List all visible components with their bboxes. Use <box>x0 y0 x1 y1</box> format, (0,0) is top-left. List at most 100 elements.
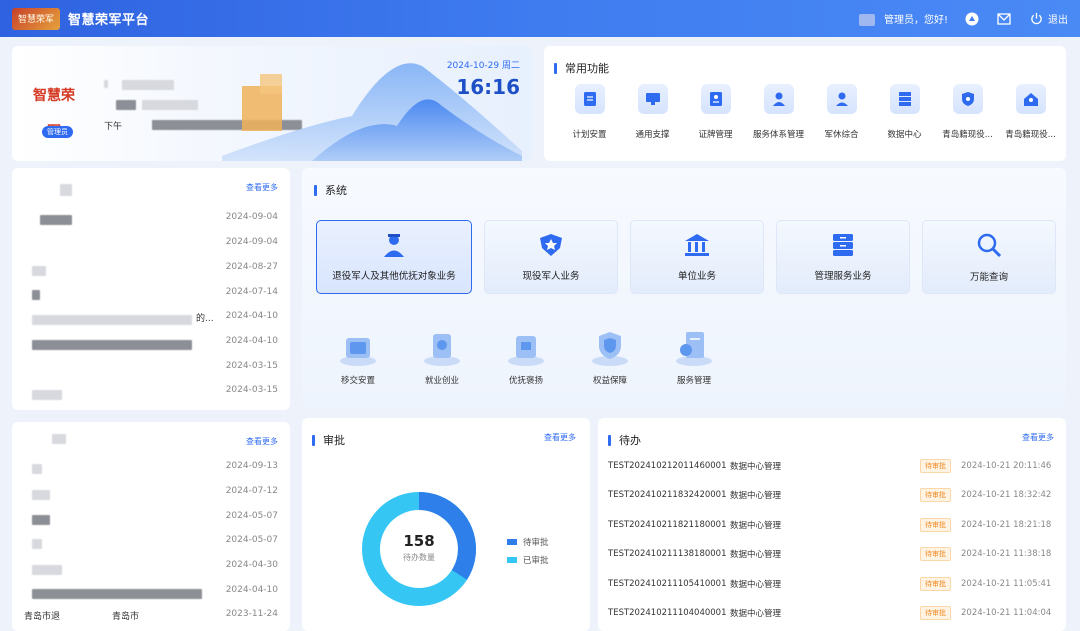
list-item-date[interactable]: 2024-08-27 <box>226 262 278 272</box>
home-person-icon <box>1015 84 1046 114</box>
func-label: 青岛籍现役... <box>1005 130 1056 140</box>
sub-label: 移交安置 <box>340 376 375 386</box>
view-more-link[interactable]: 查看更多 <box>246 436 278 447</box>
approval-panel: 审批 查看更多 158 待办数量 待审批 已审批 <box>302 418 590 631</box>
mail-icon[interactable] <box>996 11 1012 27</box>
user-avatar <box>858 14 875 26</box>
power-icon <box>1028 11 1044 27</box>
list-item-date[interactable]: 2024-09-13 <box>226 461 278 471</box>
view-more-link[interactable]: 查看更多 <box>246 182 278 193</box>
list-item-date[interactable]: 2023-11-24 <box>226 609 278 619</box>
func-qingdao-active-1[interactable]: 青岛籍现役... <box>936 84 999 140</box>
user-greeting-text: 管理员，您好! <box>883 15 948 26</box>
redacted-text <box>32 490 50 500</box>
theme-icon[interactable] <box>964 11 980 27</box>
biz-veteran[interactable]: 退役军人及其他优抚对象业务 <box>316 220 472 294</box>
view-more-link[interactable]: 查看更多 <box>544 432 576 443</box>
redacted-text <box>122 80 174 90</box>
sub-honor[interactable]: 优抚褒扬 <box>502 328 550 386</box>
list-item-date[interactable]: 2024-04-10 <box>226 311 278 321</box>
todo-row[interactable]: TEST202410211832420001 数据中心管理 待审批 2024-10-2… <box>608 484 1058 506</box>
status-badge: 待审批 <box>920 488 951 502</box>
func-support[interactable]: 通用支撑 <box>621 84 684 140</box>
redacted-text <box>40 215 72 225</box>
redacted-text <box>32 315 192 325</box>
system-panel: 系统 退役军人及其他优抚对象业务 现役军人业务 单位业务 管理服务业务 万能查询… <box>302 168 1066 406</box>
notice-list-top: 查看更多 2024-09-04 2024-09-04 2024-08-27 20… <box>12 168 290 410</box>
func-label: 军休综合 <box>824 130 859 140</box>
section-title: 常用功能 <box>554 60 609 76</box>
list-item-date[interactable]: 2024-07-12 <box>226 486 278 496</box>
status-badge: 待审批 <box>920 577 951 591</box>
biz-label: 退役军人及其他优抚对象业务 <box>332 271 456 282</box>
sub-label: 权益保障 <box>592 376 627 386</box>
func-service-system[interactable]: 服务体系管理 <box>747 84 810 140</box>
func-data-center[interactable]: 数据中心 <box>873 84 936 140</box>
header-right: 管理员，您好! 退出 <box>858 11 1068 27</box>
redacted-text <box>32 539 42 549</box>
section-title: 审批 <box>312 432 345 448</box>
sub-service-management[interactable]: 服务管理 <box>670 328 718 386</box>
monitor-icon <box>637 84 668 114</box>
role-badge: 管理员 <box>42 126 73 138</box>
todo-type: 数据中心管理 <box>730 491 782 501</box>
func-label: 证牌管理 <box>698 130 733 140</box>
sub-rights[interactable]: 权益保障 <box>586 328 634 386</box>
func-label: 服务体系管理 <box>752 130 804 140</box>
todo-type: 数据中心管理 <box>730 462 782 472</box>
todo-row[interactable]: TEST202410211105410001 数据中心管理 待审批 2024-10-2… <box>608 573 1058 595</box>
list-item-date[interactable]: 2024-03-15 <box>226 385 278 395</box>
user-greeting[interactable]: 管理员，您好! <box>858 11 948 26</box>
todo-code: TEST202410211138180001 <box>608 549 727 559</box>
list-item-date[interactable]: 2024-09-04 <box>226 237 278 247</box>
service-person-icon <box>763 84 794 114</box>
todo-row[interactable]: TEST202410211821180001 数据中心管理 待审批 2024-10-2… <box>608 514 1058 536</box>
list-item-date[interactable]: 2024-05-07 <box>226 511 278 521</box>
plan-doc-icon <box>574 84 605 114</box>
current-date: 2024-10-29 周二 <box>446 61 520 71</box>
legend-swatch <box>507 539 517 545</box>
server-icon <box>889 84 920 114</box>
logout-button[interactable]: 退出 <box>1028 11 1068 27</box>
transfer-icon <box>336 328 380 368</box>
todo-time: 2024-10-21 11:04:04 <box>961 608 1052 618</box>
todo-type: 数据中心管理 <box>730 521 782 531</box>
view-more-link[interactable]: 查看更多 <box>1022 432 1054 443</box>
func-retired[interactable]: 军休综合 <box>810 84 873 140</box>
sub-label: 服务管理 <box>676 376 711 386</box>
biz-label: 单位业务 <box>677 271 716 282</box>
list-item-date[interactable]: 2024-04-10 <box>226 336 278 346</box>
current-time: 16:16 <box>456 75 520 99</box>
biz-active-military[interactable]: 现役军人业务 <box>484 220 618 294</box>
common-functions-panel: 常用功能 计划安置 通用支撑 证牌管理 服务体系管理 军休综合 数据中心 青岛籍… <box>544 46 1066 161</box>
biz-universal-search[interactable]: 万能查询 <box>922 220 1056 294</box>
logout-label: 退出 <box>1048 15 1068 26</box>
func-id-card[interactable]: 证牌管理 <box>684 84 747 140</box>
sub-transfer-placement[interactable]: 移交安置 <box>334 328 382 386</box>
redacted-text <box>32 340 192 350</box>
biz-unit[interactable]: 单位业务 <box>630 220 764 294</box>
todo-row[interactable]: TEST20241021201146000​1 数据中心管理 待审批 2024-10-… <box>608 455 1058 477</box>
pending-count: 158 <box>403 532 435 550</box>
service-doc-icon <box>672 328 716 368</box>
func-qingdao-active-2[interactable]: 青岛籍现役... <box>999 84 1062 140</box>
todo-type: 数据中心管理 <box>730 550 782 560</box>
sub-employment[interactable]: 就业创业 <box>418 328 466 386</box>
list-item-date[interactable]: 2024-04-10 <box>226 585 278 595</box>
func-label: 数据中心 <box>887 130 922 140</box>
todo-panel: 待办 查看更多 TEST20241021201146000​1 数据中心管理 待审批… <box>598 418 1066 631</box>
list-item-date[interactable]: 2024-04-30 <box>226 560 278 570</box>
list-item-date[interactable]: 2024-09-04 <box>226 212 278 222</box>
app-title: 智慧荣军平台 <box>68 13 150 28</box>
list-item-date[interactable]: 2024-03-15 <box>226 361 278 371</box>
biz-management-service[interactable]: 管理服务业务 <box>776 220 910 294</box>
list-item-date[interactable]: 2024-05-07 <box>226 535 278 545</box>
todo-row[interactable]: TEST202410211138180001 数据中心管理 待审批 2024-10-2… <box>608 543 1058 565</box>
legend-swatch <box>507 557 517 563</box>
func-label: 通用支撑 <box>635 130 670 140</box>
list-item-date[interactable]: 2024-07-14 <box>226 287 278 297</box>
func-plan[interactable]: 计划安置 <box>558 84 621 140</box>
todo-row[interactable]: TEST202410211104040001 数据中心管理 待审批 2024-10-2… <box>608 602 1058 624</box>
redacted-text <box>32 515 50 525</box>
employment-icon <box>420 328 464 368</box>
